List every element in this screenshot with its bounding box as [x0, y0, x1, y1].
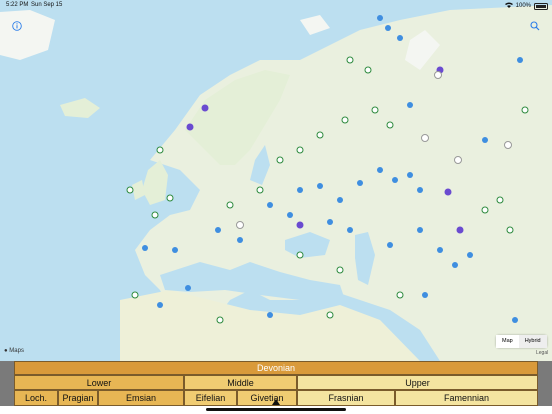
map-type-toggle[interactable]: Map Hybrid: [496, 335, 547, 348]
status-time: 5:22 PM: [6, 2, 29, 8]
wifi-icon: [504, 2, 513, 10]
status-date: Sun Sep 15: [31, 2, 63, 8]
home-indicator[interactable]: [206, 408, 346, 411]
epoch-upper[interactable]: Upper: [297, 375, 538, 390]
stage-famennian[interactable]: Famennian: [395, 390, 538, 406]
battery-percentage: 100%: [515, 3, 531, 9]
stage-emsian[interactable]: Emsian: [98, 390, 184, 406]
epoch-lower[interactable]: Lower: [14, 375, 184, 390]
search-icon[interactable]: [528, 19, 542, 33]
status-bar: 5:22 PM Sun Sep 15 100%: [0, 0, 552, 12]
stage-eifelian[interactable]: Eifelian: [184, 390, 237, 406]
info-icon[interactable]: [10, 19, 24, 33]
world-map[interactable]: [0, 0, 552, 361]
stage-frasnian[interactable]: Frasnian: [297, 390, 395, 406]
status-right: 100%: [504, 2, 548, 10]
stage-lochkovian[interactable]: Loch.: [14, 390, 58, 406]
map-type-hybrid[interactable]: Hybrid: [518, 335, 547, 348]
epoch-middle[interactable]: Middle: [184, 375, 297, 390]
period-devonian[interactable]: Devonian: [14, 361, 538, 375]
stage-pragian[interactable]: Pragian: [58, 390, 98, 406]
maps-attribution: ● Maps: [4, 348, 24, 354]
map-type-map[interactable]: Map: [496, 335, 519, 348]
battery-icon: [534, 2, 548, 10]
stage-givetian[interactable]: Givetian: [237, 390, 297, 406]
legal-link[interactable]: Legal: [536, 350, 548, 356]
apple-logo-icon: ●: [4, 348, 8, 354]
time-pointer-icon[interactable]: [272, 399, 280, 405]
